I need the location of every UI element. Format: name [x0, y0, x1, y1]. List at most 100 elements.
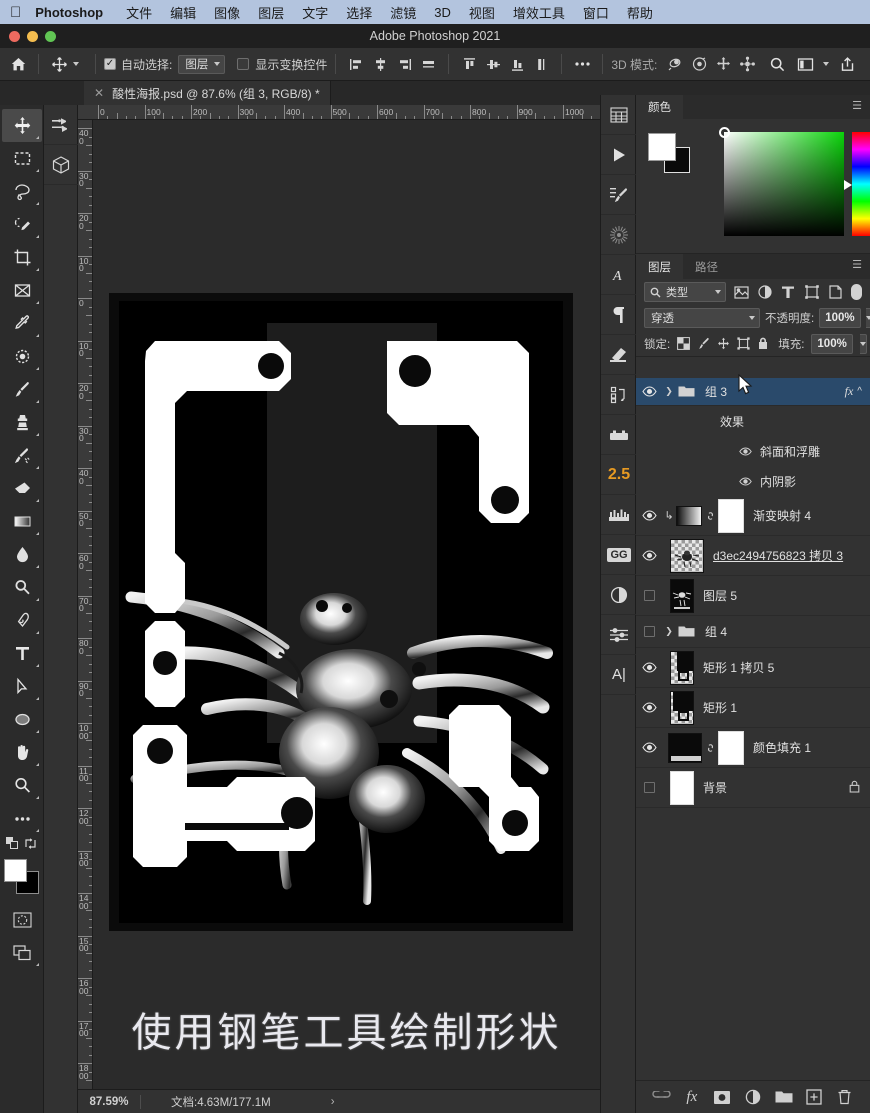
- chevron-up-icon[interactable]: ^: [857, 386, 864, 397]
- layer-visibility-toggle[interactable]: [636, 590, 662, 601]
- table-row[interactable]: d3ec2494756823 拷贝 3: [636, 536, 870, 576]
- menu-item-photoshop[interactable]: Photoshop: [35, 5, 117, 20]
- layer-visibility-toggle[interactable]: [636, 626, 662, 637]
- rail-table-icon[interactable]: [601, 95, 637, 135]
- filter-shape-icon[interactable]: [803, 282, 821, 302]
- color-field-marker[interactable]: [719, 127, 730, 138]
- foreground-color-swatch[interactable]: [648, 133, 676, 161]
- layer-thumbnail[interactable]: [670, 578, 694, 613]
- tool-preset-caret[interactable]: [73, 62, 79, 66]
- align-right-icon[interactable]: [392, 52, 416, 76]
- pen-tool[interactable]: [2, 604, 42, 637]
- layer-name[interactable]: 背景: [694, 779, 849, 796]
- zoom-level[interactable]: 87.59%: [78, 1096, 140, 1108]
- quick-select-tool[interactable]: [2, 208, 42, 241]
- auto-select-checkbox[interactable]: ✓: [104, 58, 116, 70]
- table-row[interactable]: ❯ 组 4: [636, 616, 870, 648]
- lock-all-icon[interactable]: [757, 336, 769, 351]
- rail-crown-icon[interactable]: [601, 495, 637, 535]
- layer-visibility-toggle[interactable]: [636, 510, 662, 521]
- effect-visibility-toggle[interactable]: [736, 476, 754, 486]
- artboard[interactable]: [109, 293, 573, 931]
- blend-mode-dropdown[interactable]: 穿透: [644, 308, 760, 328]
- table-row[interactable]: 颜色填充 1: [636, 728, 870, 768]
- foreground-color-swatch[interactable]: [4, 859, 27, 882]
- effect-visibility-toggle[interactable]: [736, 446, 754, 456]
- menu-item-select[interactable]: 选择: [337, 3, 381, 22]
- layer-filter-dropdown[interactable]: 类型: [644, 282, 727, 302]
- layer-name[interactable]: 渐变映射 4: [744, 507, 864, 524]
- zoom-tool[interactable]: [2, 769, 42, 802]
- blur-tool[interactable]: [2, 538, 42, 571]
- tab-color[interactable]: 颜色: [636, 95, 683, 119]
- table-row[interactable]: ↳ 渐变映射 4: [636, 496, 870, 536]
- menu-item-3d[interactable]: 3D: [425, 5, 460, 20]
- link-icon[interactable]: [702, 509, 718, 523]
- eyedropper-tool[interactable]: [2, 307, 42, 340]
- link-layers-icon[interactable]: [650, 1086, 672, 1108]
- lock-image-icon[interactable]: [697, 336, 710, 351]
- rail-sliders-icon[interactable]: [601, 615, 637, 655]
- layer-name[interactable]: 图层 5: [694, 587, 864, 604]
- lock-position-icon[interactable]: [717, 336, 730, 351]
- filter-toggle[interactable]: [850, 282, 862, 302]
- tab-paths[interactable]: 路径: [683, 254, 730, 279]
- rail-version-badge[interactable]: 2.5: [601, 455, 637, 495]
- layer-visibility-toggle[interactable]: [636, 702, 662, 713]
- dodge-tool[interactable]: [2, 571, 42, 604]
- menu-item-type[interactable]: 文字: [293, 3, 337, 22]
- default-colors-icon[interactable]: [6, 837, 19, 853]
- layer-visibility-toggle[interactable]: [636, 550, 662, 561]
- rail-gg-icon[interactable]: GG: [601, 535, 637, 575]
- menu-item-file[interactable]: 文件: [117, 3, 161, 22]
- layer-effect-item[interactable]: 内阴影: [636, 466, 870, 496]
- ruler-vertical[interactable]: 400 300 200 100 0 100 200 300 400 500 600 700 800 900…: [78, 120, 93, 1089]
- distribute-v-icon[interactable]: [529, 52, 553, 76]
- auto-select-dropdown[interactable]: 图层: [178, 54, 226, 74]
- menu-item-layer[interactable]: 图层: [249, 3, 293, 22]
- lock-icon[interactable]: [849, 780, 864, 796]
- layer-name[interactable]: 组 3: [696, 383, 845, 400]
- cube-icon[interactable]: [44, 145, 78, 185]
- slide-3d-icon[interactable]: [735, 52, 759, 76]
- table-row[interactable]: 图层 5: [636, 576, 870, 616]
- rail-adjustment-icon[interactable]: [601, 575, 637, 615]
- layer-thumbnail[interactable]: [668, 732, 702, 763]
- workspace-icon[interactable]: [793, 52, 817, 76]
- layer-thumbnail[interactable]: [670, 650, 694, 685]
- ruler-horizontal[interactable]: 0 100 200 300 400 500 600 700 800 900 1000: [78, 105, 600, 120]
- menu-item-window[interactable]: 窗口: [574, 3, 618, 22]
- document-tab[interactable]: ✕ 酸性海报.psd @ 87.6% (组 3, RGB/8) *: [84, 81, 331, 105]
- rail-sparkle-icon[interactable]: [601, 215, 637, 255]
- chevron-right-icon[interactable]: ›: [271, 1096, 335, 1108]
- layer-name[interactable]: 组 4: [696, 623, 864, 640]
- layer-visibility-toggle[interactable]: [636, 662, 662, 673]
- filter-adjustment-icon[interactable]: [756, 282, 774, 302]
- workspace-caret[interactable]: [823, 62, 830, 66]
- link-icon[interactable]: [702, 741, 718, 755]
- frame-tool[interactable]: [2, 274, 42, 307]
- layer-name[interactable]: 颜色填充 1: [744, 739, 864, 756]
- crop-tool[interactable]: [2, 241, 42, 274]
- new-adjustment-icon[interactable]: [742, 1086, 764, 1108]
- roll-3d-icon[interactable]: [687, 52, 711, 76]
- layer-mask-thumbnail[interactable]: [718, 730, 744, 765]
- rail-book-icon[interactable]: [601, 335, 637, 375]
- edit-toolbar-button[interactable]: [2, 802, 42, 835]
- share-icon[interactable]: [835, 52, 859, 76]
- menu-item-plugins[interactable]: 增效工具: [504, 3, 574, 22]
- layer-visibility-toggle[interactable]: [636, 782, 662, 793]
- tab-layers[interactable]: 图层: [636, 254, 683, 279]
- hue-slider-marker[interactable]: [844, 180, 852, 190]
- layer-visibility-toggle[interactable]: [636, 386, 662, 397]
- pan-3d-icon[interactable]: [711, 52, 735, 76]
- orbit-3d-icon[interactable]: [663, 52, 687, 76]
- add-mask-icon[interactable]: [711, 1086, 733, 1108]
- move-tool-icon[interactable]: [47, 52, 71, 76]
- layer-thumbnail[interactable]: [670, 770, 694, 805]
- align-left-icon[interactable]: [344, 52, 368, 76]
- brush-settings-icon[interactable]: [44, 105, 78, 145]
- layer-fx-indicator[interactable]: fx: [845, 384, 858, 399]
- panel-menu-icon[interactable]: ☰: [852, 101, 862, 112]
- layer-effect-item[interactable]: 斜面和浮雕: [636, 436, 870, 466]
